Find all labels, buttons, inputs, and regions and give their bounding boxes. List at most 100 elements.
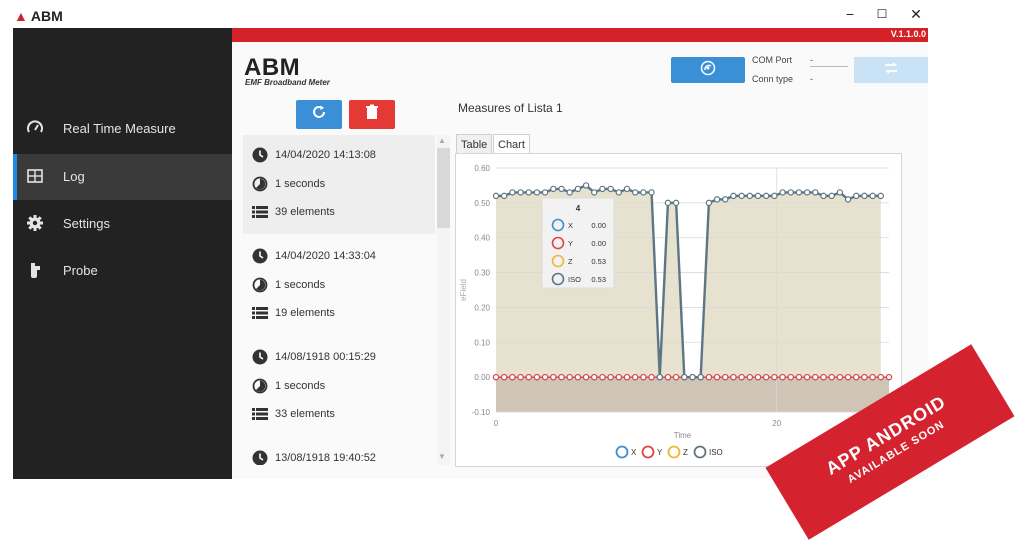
data-point-y xyxy=(762,373,770,381)
log-list: 14/04/2020 14:13:08 1 seconds 39 element… xyxy=(243,135,435,465)
speedometer-icon xyxy=(25,118,45,138)
legend-marker xyxy=(667,445,681,459)
data-point-y xyxy=(631,373,639,381)
data-point-y xyxy=(599,373,606,381)
y-tick-label: 0.50 xyxy=(474,199,490,208)
scroll-down-arrow-icon[interactable]: ▼ xyxy=(438,452,446,461)
data-point-y xyxy=(558,373,565,381)
log-entry[interactable]: 13/08/1918 19:40:52 xyxy=(243,438,435,465)
sidebar-item-label: Real Time Measure xyxy=(63,121,176,136)
legend-marker xyxy=(693,445,707,459)
data-point-y xyxy=(640,373,647,381)
data-point-y xyxy=(738,373,745,381)
data-point-y xyxy=(664,373,672,381)
swap-icon xyxy=(883,61,899,80)
data-point-y xyxy=(828,373,835,381)
swap-button[interactable] xyxy=(854,57,928,83)
list-icon xyxy=(251,304,269,322)
clock-icon xyxy=(251,348,269,366)
log-entry[interactable]: 14/04/2020 14:33:04 1 seconds 19 element… xyxy=(243,236,435,335)
sidebar-item-label: Log xyxy=(63,169,85,184)
data-point-y xyxy=(623,373,631,381)
data-point-iso xyxy=(672,199,680,207)
log-scrollbar-thumb[interactable] xyxy=(437,148,450,228)
log-entry[interactable]: 14/08/1918 00:15:29 1 seconds 33 element… xyxy=(243,337,435,436)
sidebar-item-log[interactable]: Log xyxy=(13,154,232,200)
data-point-iso xyxy=(517,189,524,196)
scroll-up-arrow-icon[interactable]: ▲ xyxy=(438,136,446,145)
sidebar-item-real-time-measure[interactable]: Real Time Measure xyxy=(13,106,232,152)
data-point-y xyxy=(582,373,590,381)
y-tick-label: 0.60 xyxy=(474,164,490,173)
tooltip-series-value: 0.00 xyxy=(591,239,606,248)
sidebar-item-probe[interactable]: Probe xyxy=(13,248,232,294)
data-point-iso xyxy=(591,189,598,196)
data-point-y xyxy=(492,373,500,381)
com-port-select[interactable]: - xyxy=(810,55,813,65)
tooltip-series-value: 0.00 xyxy=(591,221,606,230)
tooltip-series-name: ISO xyxy=(568,275,581,284)
sidebar: Real Time Measure Log Settings Probe xyxy=(13,28,232,479)
legend-marker xyxy=(641,445,655,459)
log-duration: 1 seconds xyxy=(275,380,326,392)
data-point-iso xyxy=(722,196,729,203)
legend-label: Z xyxy=(683,448,688,457)
data-point-iso xyxy=(648,189,655,196)
data-point-y xyxy=(779,373,786,381)
data-point-iso xyxy=(762,192,770,200)
data-point-y xyxy=(853,373,860,381)
log-entry[interactable]: 14/04/2020 14:13:08 1 seconds 39 element… xyxy=(243,135,435,234)
data-point-y xyxy=(885,373,893,381)
app-name: ABM xyxy=(30,8,63,24)
data-point-y xyxy=(836,373,844,381)
close-button[interactable]: ✕ xyxy=(902,4,930,24)
log-count: 39 elements xyxy=(275,206,335,218)
data-point-iso xyxy=(541,189,549,196)
y-tick-label: 0.20 xyxy=(474,303,490,312)
minimize-button[interactable]: − xyxy=(836,4,864,24)
log-datetime: 14/08/1918 00:15:29 xyxy=(275,351,376,363)
data-point-iso xyxy=(787,189,794,196)
data-point-y xyxy=(672,373,680,381)
data-point-iso xyxy=(623,185,631,193)
y-axis-label: eField xyxy=(459,279,468,301)
connect-button[interactable] xyxy=(671,57,745,83)
data-point-y xyxy=(844,373,852,381)
sidebar-item-settings[interactable]: Settings xyxy=(13,201,232,247)
probe-icon xyxy=(25,260,45,280)
data-point-iso xyxy=(664,199,672,207)
data-point-y xyxy=(574,373,582,381)
y-tick-label: 0.10 xyxy=(474,338,490,347)
data-point-iso xyxy=(631,189,639,196)
data-point-iso xyxy=(582,182,590,189)
data-point-iso xyxy=(795,189,803,196)
y-tick-label: -0.10 xyxy=(472,408,491,417)
timer-icon xyxy=(251,175,269,193)
tooltip-index: 4 xyxy=(576,204,581,213)
data-point-iso xyxy=(730,192,737,200)
sidebar-item-label: Probe xyxy=(63,263,98,278)
data-point-iso xyxy=(779,189,786,196)
version-label: V.1.1.0.0 xyxy=(890,29,926,39)
data-point-y xyxy=(722,373,729,381)
log-datetime: 13/08/1918 19:40:52 xyxy=(275,452,376,464)
data-point-iso xyxy=(746,192,754,200)
timer-icon xyxy=(251,276,269,294)
clock-icon xyxy=(251,247,269,265)
legend-marker xyxy=(615,445,629,459)
delete-button[interactable] xyxy=(349,100,395,129)
data-point-y xyxy=(877,373,885,381)
abm-triangle-icon: ▲ xyxy=(14,8,28,24)
timer-icon xyxy=(251,377,269,395)
conn-type-label: Conn type xyxy=(752,74,794,84)
maximize-button[interactable]: ☐ xyxy=(868,4,896,24)
data-point-iso xyxy=(869,192,876,200)
data-point-iso xyxy=(705,199,713,207)
tooltip-series-name: X xyxy=(568,221,573,230)
legend-label: X xyxy=(631,448,637,457)
data-point-iso xyxy=(558,185,565,193)
data-point-y xyxy=(615,373,623,381)
refresh-button[interactable] xyxy=(296,100,342,129)
data-point-y xyxy=(812,373,819,381)
data-point-iso xyxy=(599,185,606,193)
